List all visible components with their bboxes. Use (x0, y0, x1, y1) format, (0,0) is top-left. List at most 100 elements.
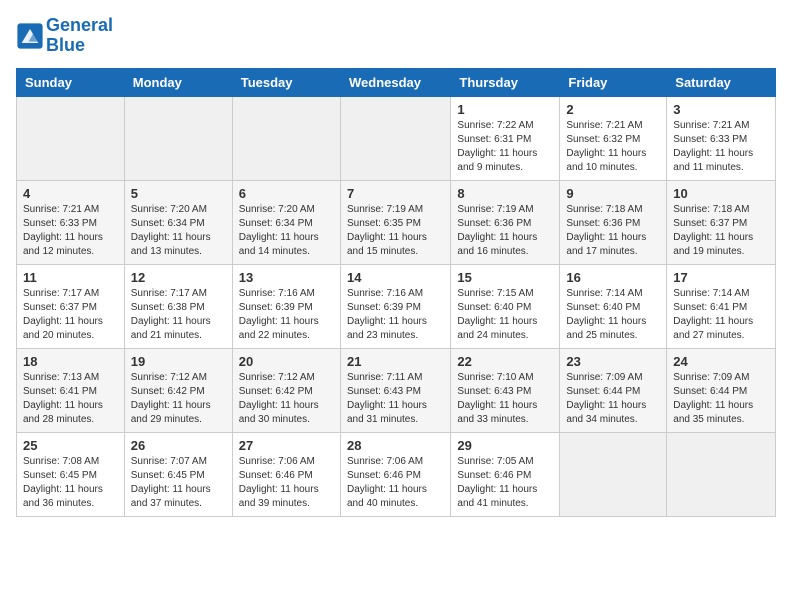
logo: General Blue (16, 16, 113, 56)
cell-info: Sunrise: 7:06 AMSunset: 6:46 PMDaylight:… (347, 455, 444, 511)
cell-info: Sunrise: 7:07 AMSunset: 6:45 PMDaylight:… (131, 455, 226, 511)
calendar-cell (124, 96, 232, 180)
logo-icon (16, 22, 44, 50)
calendar-cell: 9 Sunrise: 7:18 AMSunset: 6:36 PMDaylight… (560, 180, 667, 264)
day-number: 23 (566, 354, 660, 369)
calendar-cell: 28 Sunrise: 7:06 AMSunset: 6:46 PMDayligh… (340, 432, 450, 516)
day-number: 5 (131, 186, 226, 201)
calendar-week-4: 18 Sunrise: 7:13 AMSunset: 6:41 PMDayligh… (17, 348, 776, 432)
cell-info: Sunrise: 7:21 AMSunset: 6:33 PMDaylight:… (23, 203, 118, 259)
day-number: 10 (673, 186, 769, 201)
cell-info: Sunrise: 7:20 AMSunset: 6:34 PMDaylight:… (131, 203, 226, 259)
cell-info: Sunrise: 7:15 AMSunset: 6:40 PMDaylight:… (457, 287, 553, 343)
day-number: 29 (457, 438, 553, 453)
calendar-cell: 27 Sunrise: 7:06 AMSunset: 6:46 PMDayligh… (232, 432, 340, 516)
cell-info: Sunrise: 7:09 AMSunset: 6:44 PMDaylight:… (566, 371, 660, 427)
calendar-cell: 7 Sunrise: 7:19 AMSunset: 6:35 PMDaylight… (340, 180, 450, 264)
cell-info: Sunrise: 7:10 AMSunset: 6:43 PMDaylight:… (457, 371, 553, 427)
day-number: 13 (239, 270, 334, 285)
cell-info: Sunrise: 7:18 AMSunset: 6:36 PMDaylight:… (566, 203, 660, 259)
day-number: 27 (239, 438, 334, 453)
cell-info: Sunrise: 7:16 AMSunset: 6:39 PMDaylight:… (347, 287, 444, 343)
calendar-cell: 2 Sunrise: 7:21 AMSunset: 6:32 PMDaylight… (560, 96, 667, 180)
day-number: 26 (131, 438, 226, 453)
calendar-cell: 25 Sunrise: 7:08 AMSunset: 6:45 PMDayligh… (17, 432, 125, 516)
cell-info: Sunrise: 7:08 AMSunset: 6:45 PMDaylight:… (23, 455, 118, 511)
day-number: 19 (131, 354, 226, 369)
cell-info: Sunrise: 7:17 AMSunset: 6:38 PMDaylight:… (131, 287, 226, 343)
calendar-cell: 18 Sunrise: 7:13 AMSunset: 6:41 PMDayligh… (17, 348, 125, 432)
calendar-table: SundayMondayTuesdayWednesdayThursdayFrid… (16, 68, 776, 517)
day-number: 24 (673, 354, 769, 369)
calendar-cell: 14 Sunrise: 7:16 AMSunset: 6:39 PMDayligh… (340, 264, 450, 348)
calendar-week-1: 1 Sunrise: 7:22 AMSunset: 6:31 PMDaylight… (17, 96, 776, 180)
day-header-tuesday: Tuesday (232, 68, 340, 96)
cell-info: Sunrise: 7:12 AMSunset: 6:42 PMDaylight:… (131, 371, 226, 427)
day-number: 14 (347, 270, 444, 285)
cell-info: Sunrise: 7:18 AMSunset: 6:37 PMDaylight:… (673, 203, 769, 259)
day-number: 16 (566, 270, 660, 285)
day-header-wednesday: Wednesday (340, 68, 450, 96)
calendar-cell: 4 Sunrise: 7:21 AMSunset: 6:33 PMDaylight… (17, 180, 125, 264)
cell-info: Sunrise: 7:14 AMSunset: 6:40 PMDaylight:… (566, 287, 660, 343)
day-number: 1 (457, 102, 553, 117)
calendar-cell (560, 432, 667, 516)
cell-info: Sunrise: 7:09 AMSunset: 6:44 PMDaylight:… (673, 371, 769, 427)
cell-info: Sunrise: 7:16 AMSunset: 6:39 PMDaylight:… (239, 287, 334, 343)
calendar-cell (340, 96, 450, 180)
cell-info: Sunrise: 7:20 AMSunset: 6:34 PMDaylight:… (239, 203, 334, 259)
day-number: 15 (457, 270, 553, 285)
day-header-saturday: Saturday (667, 68, 776, 96)
calendar-cell (17, 96, 125, 180)
day-number: 9 (566, 186, 660, 201)
calendar-cell (232, 96, 340, 180)
day-number: 28 (347, 438, 444, 453)
calendar-cell: 24 Sunrise: 7:09 AMSunset: 6:44 PMDayligh… (667, 348, 776, 432)
calendar-week-3: 11Sunrise: 7:17 AMSunset: 6:37 PMDayligh… (17, 264, 776, 348)
day-number: 6 (239, 186, 334, 201)
cell-info: Sunrise: 7:11 AMSunset: 6:43 PMDaylight:… (347, 371, 444, 427)
calendar-cell: 13 Sunrise: 7:16 AMSunset: 6:39 PMDayligh… (232, 264, 340, 348)
calendar-cell: 10 Sunrise: 7:18 AMSunset: 6:37 PMDayligh… (667, 180, 776, 264)
day-header-thursday: Thursday (451, 68, 560, 96)
day-number: 12 (131, 270, 226, 285)
day-number: 2 (566, 102, 660, 117)
cell-info: Sunrise: 7:22 AMSunset: 6:31 PMDaylight:… (457, 119, 553, 175)
cell-info: Sunrise: 7:06 AMSunset: 6:46 PMDaylight:… (239, 455, 334, 511)
calendar-week-5: 25 Sunrise: 7:08 AMSunset: 6:45 PMDayligh… (17, 432, 776, 516)
calendar-week-2: 4 Sunrise: 7:21 AMSunset: 6:33 PMDaylight… (17, 180, 776, 264)
calendar-cell: 21Sunrise: 7:11 AMSunset: 6:43 PMDayligh… (340, 348, 450, 432)
cell-info: Sunrise: 7:13 AMSunset: 6:41 PMDaylight:… (23, 371, 118, 427)
calendar-cell: 15 Sunrise: 7:15 AMSunset: 6:40 PMDayligh… (451, 264, 560, 348)
calendar-cell: 1 Sunrise: 7:22 AMSunset: 6:31 PMDaylight… (451, 96, 560, 180)
calendar-cell (667, 432, 776, 516)
calendar-cell: 5 Sunrise: 7:20 AMSunset: 6:34 PMDaylight… (124, 180, 232, 264)
cell-info: Sunrise: 7:12 AMSunset: 6:42 PMDaylight:… (239, 371, 334, 427)
cell-info: Sunrise: 7:17 AMSunset: 6:37 PMDaylight:… (23, 287, 118, 343)
day-number: 7 (347, 186, 444, 201)
cell-info: Sunrise: 7:21 AMSunset: 6:32 PMDaylight:… (566, 119, 660, 175)
logo-blue: Blue (46, 36, 113, 56)
calendar-cell: 11Sunrise: 7:17 AMSunset: 6:37 PMDayligh… (17, 264, 125, 348)
calendar-cell: 20Sunrise: 7:12 AMSunset: 6:42 PMDayligh… (232, 348, 340, 432)
cell-info: Sunrise: 7:19 AMSunset: 6:35 PMDaylight:… (347, 203, 444, 259)
day-number: 3 (673, 102, 769, 117)
calendar-cell: 26 Sunrise: 7:07 AMSunset: 6:45 PMDayligh… (124, 432, 232, 516)
calendar-cell: 16 Sunrise: 7:14 AMSunset: 6:40 PMDayligh… (560, 264, 667, 348)
calendar-cell: 19 Sunrise: 7:12 AMSunset: 6:42 PMDayligh… (124, 348, 232, 432)
day-number: 17 (673, 270, 769, 285)
logo-general: General (46, 15, 113, 35)
calendar-cell: 8 Sunrise: 7:19 AMSunset: 6:36 PMDaylight… (451, 180, 560, 264)
cell-info: Sunrise: 7:05 AMSunset: 6:46 PMDaylight:… (457, 455, 553, 511)
page-header: General Blue (16, 16, 776, 56)
calendar-cell: 12 Sunrise: 7:17 AMSunset: 6:38 PMDayligh… (124, 264, 232, 348)
cell-info: Sunrise: 7:14 AMSunset: 6:41 PMDaylight:… (673, 287, 769, 343)
calendar-cell: 29 Sunrise: 7:05 AMSunset: 6:46 PMDayligh… (451, 432, 560, 516)
cell-info: Sunrise: 7:19 AMSunset: 6:36 PMDaylight:… (457, 203, 553, 259)
day-number: 4 (23, 186, 118, 201)
day-number: 18 (23, 354, 118, 369)
day-number: 25 (23, 438, 118, 453)
day-header-friday: Friday (560, 68, 667, 96)
day-number: 22 (457, 354, 553, 369)
day-number: 8 (457, 186, 553, 201)
